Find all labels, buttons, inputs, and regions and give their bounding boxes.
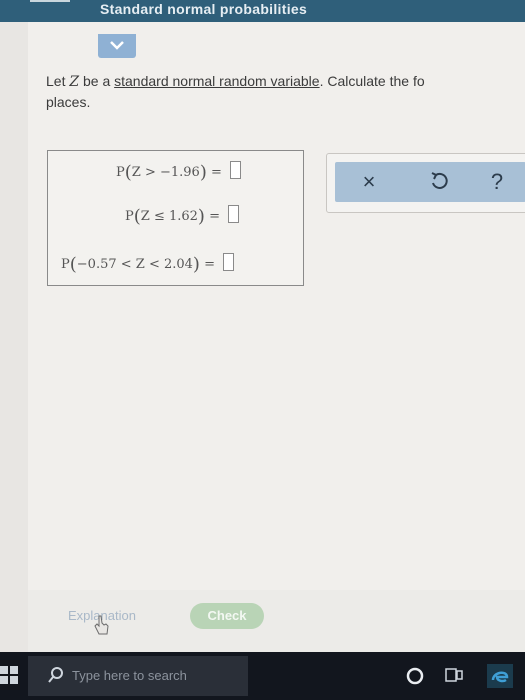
explanation-button[interactable]: Explanation (68, 604, 158, 628)
os-taskbar: Type here to search (0, 652, 525, 700)
taskbar-search[interactable]: Type here to search (28, 656, 248, 696)
windows-start-icon[interactable] (0, 666, 18, 684)
cortana-icon[interactable] (406, 667, 424, 685)
answer-input-2[interactable] (228, 205, 240, 223)
search-placeholder: Type here to search (72, 668, 187, 683)
equation-3: P(−0.57 < Z < 2.04) = (61, 253, 235, 275)
hand-cursor-icon (94, 615, 109, 635)
title-bar: Standard normal probabilities (0, 0, 525, 22)
clear-icon[interactable]: × (357, 170, 381, 194)
equation-1: P(Z > −1.96) = (116, 161, 242, 183)
page-title: Standard normal probabilities (100, 1, 308, 17)
question-text: Let Z be a standard normal random variab… (46, 73, 425, 110)
tool-bar: × ? (335, 162, 525, 202)
help-icon[interactable]: ? (485, 170, 509, 194)
tool-panel: × ? (326, 153, 525, 213)
task-view-icon[interactable] (445, 667, 463, 685)
check-button[interactable]: Check (190, 603, 264, 629)
chevron-down-icon (110, 41, 124, 50)
menu-handle-icon[interactable] (30, 0, 70, 2)
equation-2: P(Z ≤ 1.62) = (125, 205, 240, 227)
answer-input-1[interactable] (230, 161, 242, 179)
undo-icon[interactable] (427, 170, 451, 194)
collapse-button[interactable] (98, 34, 136, 58)
definition-link[interactable]: standard normal random variable (114, 73, 319, 89)
answer-input-3[interactable] (223, 253, 235, 271)
edge-browser-icon[interactable] (487, 664, 513, 688)
search-icon (48, 667, 63, 683)
